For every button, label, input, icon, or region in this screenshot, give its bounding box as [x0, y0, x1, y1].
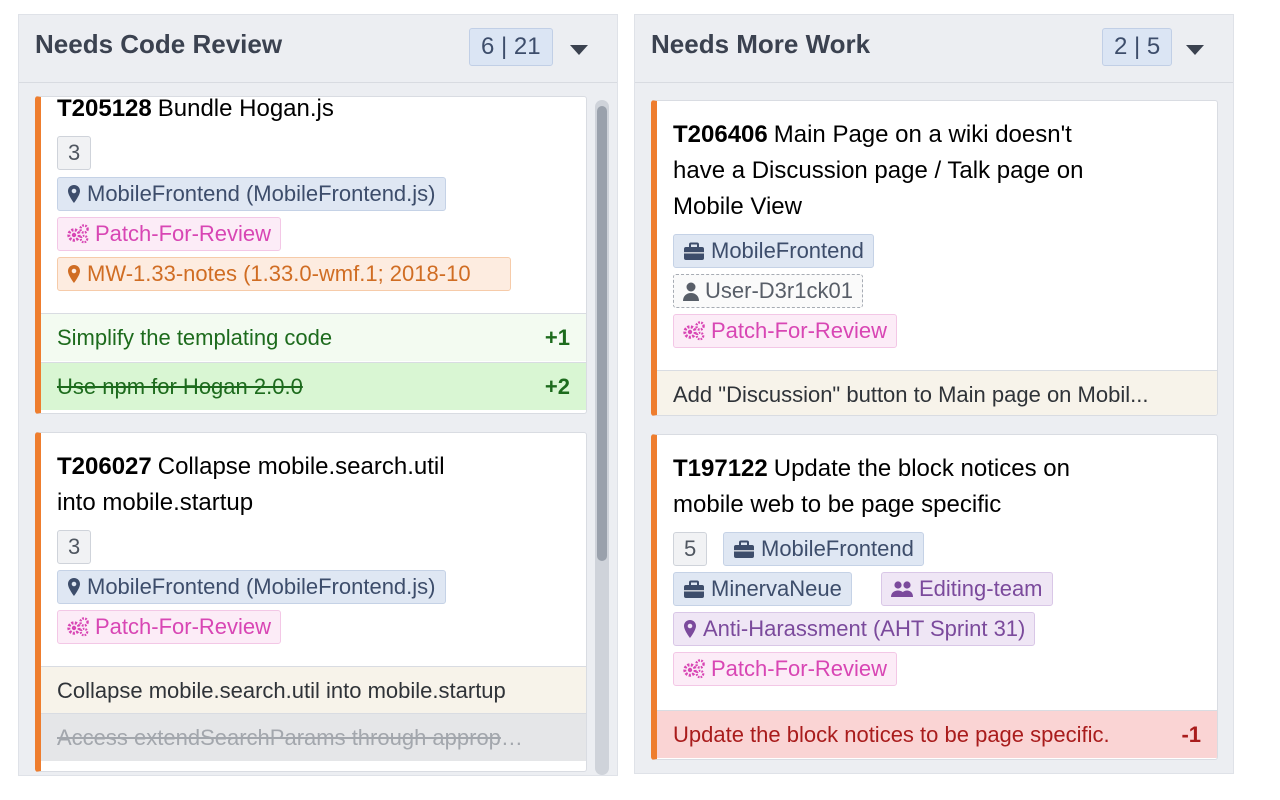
task-title-line-3: Mobile View [673, 193, 802, 220]
map-pin-icon [68, 265, 80, 283]
briefcase-icon [683, 580, 705, 599]
task-card[interactable]: T205128 Bundle Hogan.js 3 MobileFrontend … [35, 96, 587, 414]
column-body: T205128 Bundle Hogan.js 3 MobileFrontend … [19, 84, 617, 775]
revision-row[interactable]: Update the block notices to be page spec… [657, 710, 1217, 758]
task-id: T206027 [57, 453, 152, 480]
cogs-icon [67, 617, 89, 637]
cogs-icon [683, 659, 705, 679]
task-id: T205128 [57, 96, 152, 122]
revision-title: Use npm for Hogan 2.0.0 [57, 374, 303, 399]
briefcase-icon [683, 242, 705, 261]
column-header: Needs Code Review 6 | 21 [19, 15, 617, 83]
revision-title: Simplify the templating code [57, 325, 333, 350]
column-title: Needs More Work [651, 29, 871, 59]
points-badge: 5 [673, 532, 708, 566]
column-menu-chevron-down-icon[interactable] [570, 45, 588, 55]
project-tag[interactable]: Patch-For-Review [57, 610, 282, 644]
tag-label: Anti-Harassment (AHT Sprint 31) [703, 616, 1026, 641]
column-title: Needs Code Review [35, 29, 283, 59]
column-menu-chevron-down-icon[interactable] [1186, 45, 1204, 55]
tag-label: Patch-For-Review [711, 318, 888, 343]
cogs-icon [683, 321, 705, 341]
revision-row[interactable]: Add "Discussion" button to Main page on … [657, 370, 1217, 415]
map-pin-icon [68, 185, 80, 203]
card-title[interactable]: T197122 Update the block notices on mobil… [673, 451, 1070, 523]
column-needs-code-review: Needs Code Review 6 | 21 T205128 Bundle H… [18, 14, 618, 776]
revision-score: +1 [544, 325, 570, 350]
revision-title: Update the block notices to be page spec… [673, 722, 1110, 747]
tag-label: Patch-For-Review [95, 614, 272, 639]
points-badge: 3 [57, 136, 92, 170]
task-title-line-2: have a Discussion page / Talk page on [673, 157, 1084, 184]
revision-title: Access extendSearchParams through approp… [57, 725, 526, 750]
project-tag[interactable]: MinervaNeue [673, 572, 852, 606]
revision-row[interactable]: Use npm for Hogan 2.0.0 +2 [41, 362, 586, 410]
card-title[interactable]: T205128 Bundle Hogan.js [57, 96, 334, 127]
tag-label: Patch-For-Review [95, 221, 272, 246]
tag-label: MobileFrontend (MobileFrontend.js) [87, 574, 436, 599]
tag-label: MobileFrontend [761, 536, 914, 561]
task-id: T197122 [673, 455, 768, 482]
task-title-line-1: Update the block notices on [773, 455, 1070, 482]
points-badge: 3 [57, 530, 92, 564]
project-tag[interactable]: MobileFrontend (MobileFrontend.js) [57, 177, 446, 211]
tag-label: MinervaNeue [711, 576, 842, 601]
cogs-icon [67, 224, 89, 244]
task-title-line-2: into mobile.startup [57, 489, 254, 516]
project-tag[interactable]: Patch-For-Review [673, 314, 898, 348]
map-pin-icon [68, 578, 80, 596]
card-title[interactable]: T206406 Main Page on a wiki doesn't have … [673, 117, 1084, 225]
project-tag[interactable]: MobileFrontend [723, 532, 924, 566]
tag-label: Editing-team [919, 576, 1043, 601]
tag-label: Patch-For-Review [711, 656, 888, 681]
map-pin-icon [684, 620, 696, 638]
milestone-tag[interactable]: Anti-Harassment (AHT Sprint 31) [673, 612, 1036, 646]
task-title: Bundle Hogan.js [157, 96, 334, 122]
task-id: T206406 [673, 121, 768, 148]
revision-score: +2 [544, 374, 570, 399]
task-card[interactable]: T206027 Collapse mobile.search.util into … [35, 432, 587, 772]
card-title[interactable]: T206027 Collapse mobile.search.util into … [57, 449, 445, 521]
revision-row[interactable]: Collapse mobile.search.util into mobile.… [41, 666, 586, 714]
column-count-badge: 2 | 5 [1102, 28, 1173, 66]
task-title-line-1: Main Page on a wiki doesn't [773, 121, 1072, 148]
scrollbar[interactable] [595, 100, 609, 775]
user-tag[interactable]: User-D3r1ck01 [673, 274, 863, 308]
briefcase-icon [733, 540, 755, 559]
column-header: Needs More Work 2 | 5 [635, 15, 1233, 83]
team-tag[interactable]: Editing-team [881, 572, 1053, 606]
users-icon [891, 581, 913, 597]
tag-label: MobileFrontend (MobileFrontend.js) [87, 181, 436, 206]
milestone-tag[interactable]: MW-1.33-notes (1.33.0-wmf.1; 2018-10 [57, 257, 511, 291]
revision-row[interactable]: Simplify the templating code +1 [41, 313, 586, 361]
scrollbar-thumb[interactable] [597, 106, 607, 561]
revision-score: -1 [1181, 722, 1201, 747]
task-card[interactable]: T197122 Update the block notices on mobil… [651, 434, 1218, 760]
project-tag[interactable]: MobileFrontend (MobileFrontend.js) [57, 570, 446, 604]
project-tag[interactable]: Patch-For-Review [673, 652, 898, 686]
project-tag[interactable]: MobileFrontend [673, 234, 874, 268]
revision-title: Collapse mobile.search.util into mobile.… [57, 678, 506, 703]
tag-label: MW-1.33-notes (1.33.0-wmf.1; 2018-10 [87, 261, 471, 286]
column-needs-more-work: Needs More Work 2 | 5 T206406 Main Page o… [634, 14, 1234, 774]
column-body: T206406 Main Page on a wiki doesn't have … [635, 84, 1233, 773]
revision-title: Add "Discussion" button to Main page on … [673, 382, 1149, 407]
tag-label: User-D3r1ck01 [705, 278, 853, 303]
task-card[interactable]: T206406 Main Page on a wiki doesn't have … [651, 100, 1218, 416]
project-tag[interactable]: Patch-For-Review [57, 217, 282, 251]
column-count-badge: 6 | 21 [469, 28, 553, 66]
revision-row[interactable]: Access extendSearchParams through approp… [41, 713, 586, 761]
task-title-line-2: mobile web to be page specific [673, 491, 1002, 518]
user-icon [683, 282, 699, 301]
tag-label: MobileFrontend [711, 238, 864, 263]
task-title-line-1: Collapse mobile.search.util [157, 453, 445, 480]
